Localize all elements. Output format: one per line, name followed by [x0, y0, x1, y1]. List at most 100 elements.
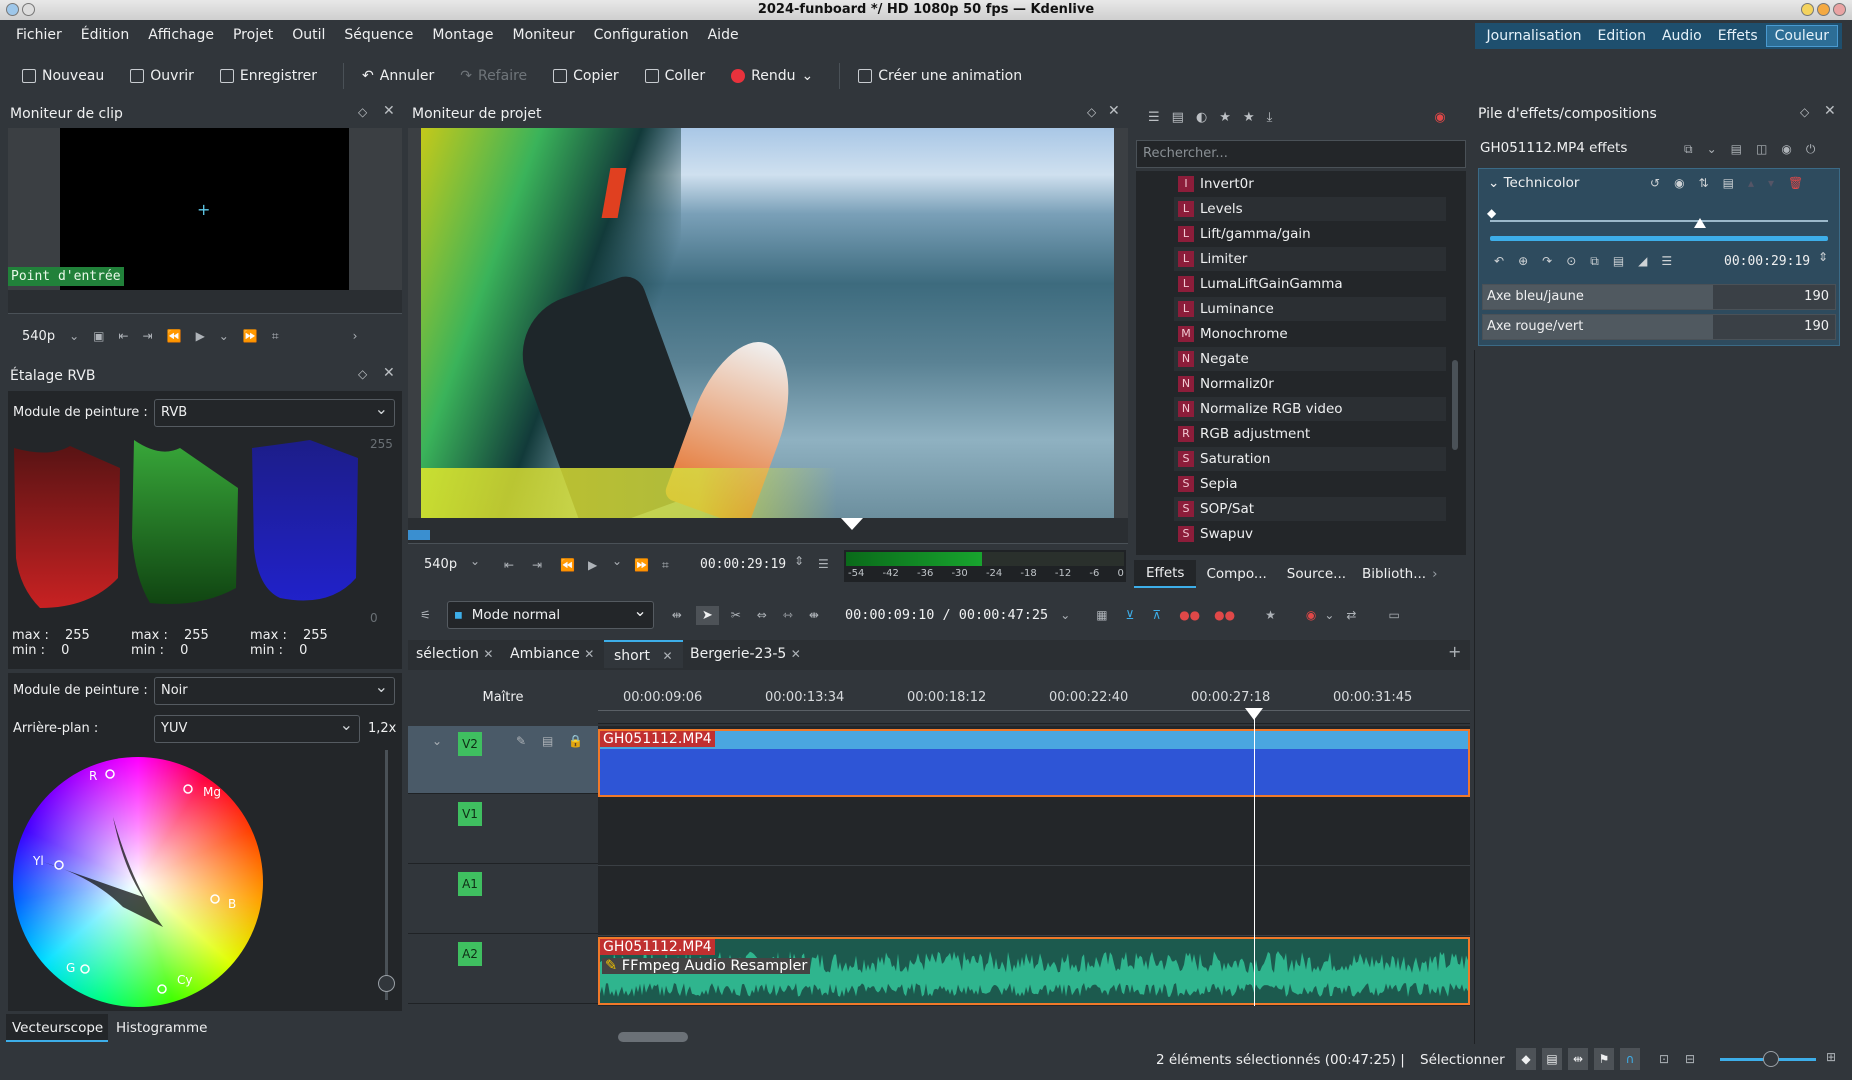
ripple-icon[interactable]: ⇿: [783, 608, 793, 622]
download-icon[interactable]: ⤓: [1267, 110, 1273, 125]
clip-a2[interactable]: GH051112.MP4 ✎ FFmpeg Audio Resampler: [598, 937, 1470, 1005]
tab-vecteurscope[interactable]: Vecteurscope: [6, 1014, 108, 1042]
pin-icon[interactable]: [22, 3, 35, 16]
lift-icon[interactable]: ●●: [1179, 608, 1200, 622]
split-view-icon[interactable]: ◫: [1756, 142, 1767, 157]
effect-item[interactable]: I Invert0r: [1174, 172, 1446, 196]
project-ruler[interactable]: [408, 518, 1128, 544]
close-panel-icon[interactable]: ✕: [1824, 103, 1836, 119]
set-in-icon[interactable]: ⇤: [118, 329, 128, 343]
slip-icon[interactable]: ⇔: [757, 608, 767, 622]
vs-paint-select[interactable]: Noir: [154, 674, 395, 705]
effects-track-icon[interactable]: ✎: [516, 734, 526, 748]
hide-track-icon[interactable]: ▤: [542, 734, 553, 748]
track-tag-v1[interactable]: V1: [458, 802, 482, 826]
track-header-a2[interactable]: A2: [408, 936, 598, 1004]
delete-icon[interactable]: 🗑: [1788, 176, 1803, 190]
project-timecode[interactable]: 00:00:29:19: [700, 557, 786, 572]
layout-audio[interactable]: Audio: [1654, 26, 1710, 46]
keyframe-icon[interactable]: ⇅: [1699, 176, 1709, 190]
save-icon[interactable]: ▤: [1723, 176, 1734, 190]
float-icon[interactable]: ◇: [1800, 105, 1809, 119]
render-button[interactable]: Rendu ⌄: [731, 68, 813, 84]
close-icon[interactable]: [1833, 3, 1846, 16]
param-blue-yellow[interactable]: Axe bleu/jaune 190: [1482, 284, 1836, 310]
layout-edition[interactable]: Edition: [1590, 26, 1654, 46]
slide-icon[interactable]: ⇼: [809, 608, 819, 622]
menu-configuration[interactable]: Configuration: [594, 27, 701, 43]
prev-keyframe-icon[interactable]: ↶: [1494, 254, 1504, 269]
effect-item[interactable]: N Negate: [1174, 347, 1446, 371]
fit-icon[interactable]: ▣: [93, 329, 104, 343]
tab-short[interactable]: short ✕: [604, 640, 683, 668]
chevron-down-icon[interactable]: ⌄: [612, 554, 622, 568]
effect-timecode[interactable]: 00:00:29:19: [1724, 254, 1810, 269]
param-red-green[interactable]: Axe rouge/vert 190: [1482, 314, 1836, 340]
extract-icon[interactable]: ●●: [1214, 608, 1235, 622]
tab-selection[interactable]: sélection ✕: [416, 640, 493, 668]
clip-zoom[interactable]: 540p: [22, 329, 55, 344]
zoom-fit-icon[interactable]: ⊡: [1654, 1048, 1674, 1070]
create-animation-button[interactable]: Créer une animation: [858, 68, 1022, 84]
favorite-icon[interactable]: ★: [1265, 608, 1276, 622]
effect-item[interactable]: L Luminance: [1174, 297, 1446, 321]
track-header-a1[interactable]: A1: [408, 866, 598, 934]
multitrack-icon[interactable]: ▦: [1096, 608, 1107, 622]
menu-montage[interactable]: Montage: [432, 27, 505, 43]
menu-icon[interactable]: ☰: [1661, 254, 1672, 269]
select-tool-icon[interactable]: ➤: [695, 605, 719, 625]
float-icon[interactable]: ◇: [358, 367, 367, 381]
window-menu-icon[interactable]: [6, 3, 19, 16]
vs-bg-select[interactable]: YUV: [154, 712, 360, 743]
effects-scrollbar[interactable]: [1452, 360, 1458, 450]
float-icon[interactable]: ◇: [1087, 105, 1096, 119]
clip-ruler[interactable]: [8, 290, 402, 314]
clip-monitor-screen[interactable]: +: [60, 128, 349, 290]
undo-button[interactable]: ↶ Annuler: [362, 68, 434, 84]
save-preset-icon[interactable]: ▤: [1731, 142, 1742, 157]
track-tag-a2[interactable]: A2: [458, 942, 482, 966]
track-header-v1[interactable]: V1: [408, 796, 598, 864]
menu-icon[interactable]: ☰: [818, 557, 829, 571]
zoom-in-icon[interactable]: ⊞: [1826, 1050, 1836, 1064]
minimize-icon[interactable]: [1801, 3, 1814, 16]
set-out-icon[interactable]: ⇥: [143, 329, 153, 343]
zoom-out-icon[interactable]: ⊟: [1680, 1048, 1700, 1070]
zoom-slider-handle[interactable]: [1763, 1051, 1779, 1067]
effect-item[interactable]: L Lift/gamma/gain: [1174, 222, 1446, 246]
effect-item[interactable]: L LumaLiftGainGamma: [1174, 272, 1446, 296]
effect-item[interactable]: R RGB adjustment: [1174, 422, 1446, 446]
play-icon[interactable]: ▶: [196, 329, 205, 343]
list-view-icon[interactable]: ☰: [1148, 110, 1160, 125]
keyframe-marker[interactable]: ◆: [1487, 206, 1496, 220]
track-tag-a1[interactable]: A1: [458, 872, 482, 896]
set-out-icon[interactable]: ⇥: [532, 558, 542, 572]
effect-item[interactable]: N Normalize RGB video: [1174, 397, 1446, 421]
mixer-icon[interactable]: ⇄: [1346, 608, 1356, 622]
effect-item[interactable]: S Sepia: [1174, 472, 1446, 496]
menu-fichier[interactable]: Fichier: [16, 27, 74, 43]
add-keyframe-icon[interactable]: ⊕: [1518, 254, 1528, 269]
help-icon[interactable]: ◉: [1434, 110, 1445, 125]
power-icon[interactable]: ⏻: [1806, 142, 1816, 157]
keyframe-ruler[interactable]: [1490, 220, 1828, 222]
menu-sequence[interactable]: Séquence: [344, 27, 425, 43]
gain-slider-handle[interactable]: [378, 975, 395, 992]
layout-journalisation[interactable]: Journalisation: [1479, 26, 1590, 46]
subtitle-icon[interactable]: ▭: [1388, 608, 1399, 622]
rewind-icon[interactable]: ⏪: [167, 329, 182, 343]
track-tag-v2[interactable]: V2: [458, 732, 482, 756]
play-icon[interactable]: ▶: [588, 558, 597, 572]
effect-item[interactable]: N Normaliz0r: [1174, 372, 1446, 396]
record-icon[interactable]: ◉: [1306, 608, 1316, 622]
clip-v2[interactable]: GH051112.MP4: [598, 729, 1470, 797]
tag-icon[interactable]: ◆: [1516, 1048, 1536, 1070]
spin-arrows-icon[interactable]: ⇕: [1818, 250, 1828, 264]
down-icon[interactable]: ▾: [1768, 176, 1774, 190]
effect-item[interactable]: L Limiter: [1174, 247, 1446, 271]
close-panel-icon[interactable]: ✕: [383, 365, 395, 381]
master-label[interactable]: Maître: [408, 672, 598, 724]
timeline-position[interactable]: 00:00:09:10 / 00:00:47:25: [845, 607, 1048, 623]
paste-button[interactable]: Coller: [644, 68, 705, 84]
playhead-marker[interactable]: [841, 518, 863, 530]
